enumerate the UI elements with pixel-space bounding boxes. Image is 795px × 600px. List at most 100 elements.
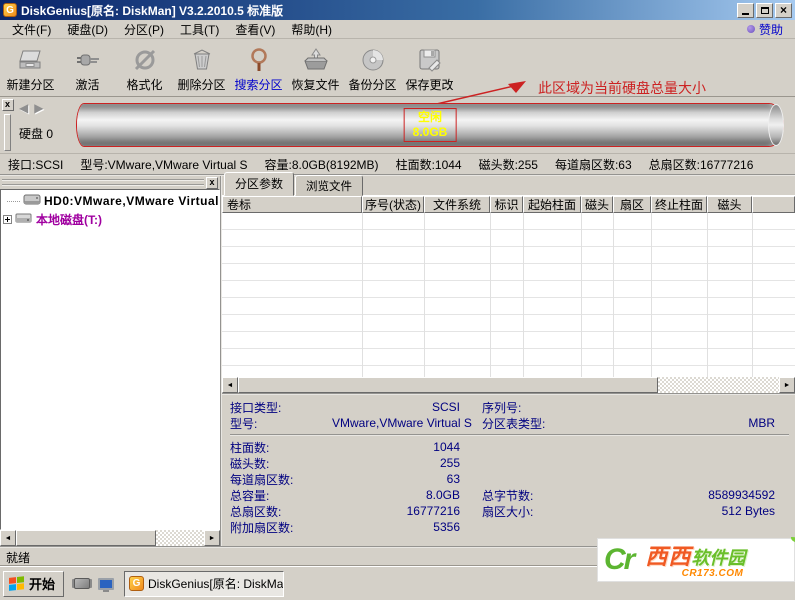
total-sectors-value: 16777216 <box>332 504 460 518</box>
menu-partition[interactable]: 分区(P) <box>116 19 172 40</box>
scroll-left-icon[interactable]: ◄ <box>0 530 16 546</box>
sponsor-link[interactable]: 赞助 <box>747 21 791 38</box>
minimize-button[interactable] <box>737 3 754 18</box>
backup-partition-button[interactable]: 备份分区 <box>344 41 401 96</box>
panel-close-button[interactable]: x <box>2 99 14 111</box>
heads-value: 255 <box>332 456 460 470</box>
delete-partition-icon <box>187 46 217 74</box>
new-partition-button[interactable]: 新建分区 <box>2 41 59 96</box>
recover-files-button[interactable]: 恢复文件 <box>287 41 344 96</box>
menu-file[interactable]: 文件(F) <box>4 19 59 40</box>
backup-partition-icon <box>358 46 388 74</box>
grid-line <box>424 213 425 377</box>
delete-partition-label: 删除分区 <box>177 76 225 93</box>
search-partition-button[interactable]: 搜索分区 <box>230 41 287 96</box>
disk-info-bar: 接口:SCSI 型号:VMware,VMware Virtual S 容量:8.… <box>0 154 795 176</box>
total-bytes-label: 总字节数: <box>482 487 602 504</box>
scroll-right-icon[interactable]: ► <box>204 530 220 546</box>
close-icon: × <box>780 4 787 16</box>
status-text: 就绪 <box>6 549 30 566</box>
tabs: 分区参数 浏览文件 <box>222 176 795 195</box>
partition-table-type-value: MBR <box>602 416 775 430</box>
tree-panel-gripper[interactable] <box>2 179 204 186</box>
header-index-status[interactable]: 序号(状态) <box>362 196 424 213</box>
header-flag[interactable]: 标识 <box>490 196 523 213</box>
menu-view[interactable]: 查看(V) <box>227 19 283 40</box>
tab-partition-params[interactable]: 分区参数 <box>224 172 294 196</box>
start-button[interactable]: 开始 <box>3 571 64 597</box>
window-title: DiskGenius[原名: DiskMan] V3.2.2010.5 标准版 <box>21 2 737 19</box>
cylinders-label: 柱面数: <box>230 439 332 456</box>
quick-launch-chip-icon[interactable] <box>74 578 90 589</box>
info-sectors-per-track: 每道扇区数:63 <box>555 156 632 173</box>
header-end-cylinder[interactable]: 终止柱面 <box>651 196 707 213</box>
new-partition-label: 新建分区 <box>6 76 54 93</box>
grid-line <box>362 213 363 377</box>
cylinder-cap <box>768 104 784 146</box>
menu-disk[interactable]: 硬盘(D) <box>59 19 116 40</box>
sector-size-value: 512 Bytes <box>602 504 775 518</box>
sectors-per-track-value: 63 <box>332 472 460 486</box>
disk-capacity-bar[interactable]: 空闲 8.0GB <box>77 104 783 146</box>
table-horizontal-scrollbar[interactable]: ◄ ► <box>222 377 795 393</box>
model-value: VMware,VMware Virtual S <box>332 416 460 430</box>
interface-type-value: SCSI <box>332 400 460 414</box>
minimize-icon <box>742 13 749 15</box>
grid-line <box>613 213 614 377</box>
activate-label: 激活 <box>75 76 99 93</box>
model-label: 型号: <box>230 415 332 432</box>
watermark-leaf-icon <box>791 537 795 543</box>
grid-line <box>707 213 708 377</box>
tree-scroll-thumb[interactable] <box>16 530 156 546</box>
free-space-size: 8.0GB <box>413 125 448 140</box>
format-label: 格式化 <box>126 76 162 93</box>
tree-item-volume[interactable]: 本地磁盘(T:) <box>1 210 219 228</box>
tree-panel-close-button[interactable]: x <box>206 177 218 189</box>
scroll-right-icon[interactable]: ► <box>779 377 795 393</box>
quick-launch-desktop-icon[interactable] <box>98 578 114 590</box>
header-volume-label[interactable]: 卷标 <box>222 196 362 213</box>
prev-disk-button[interactable]: ◀ <box>19 101 28 115</box>
tree-scroll-track[interactable] <box>156 530 204 546</box>
delete-partition-button[interactable]: 删除分区 <box>173 41 230 96</box>
extra-sectors-label: 附加扇区数: <box>230 519 332 536</box>
expand-plus-icon[interactable] <box>3 215 12 224</box>
recover-files-icon <box>301 46 331 74</box>
tab-browse-files[interactable]: 浏览文件 <box>295 175 363 196</box>
extra-sectors-value: 5356 <box>332 520 460 534</box>
taskbar-task-button[interactable]: G DiskGenius[原名: DiskMa... <box>124 571 284 597</box>
panel-gripper[interactable] <box>4 114 11 151</box>
grid-line <box>651 213 652 377</box>
free-space-label-box: 空闲 8.0GB <box>404 108 457 142</box>
save-changes-button[interactable]: 保存更改 <box>401 41 458 96</box>
activate-button[interactable]: 激活 <box>59 41 116 96</box>
search-partition-label: 搜索分区 <box>234 76 282 93</box>
header-end-head[interactable]: 磁头 <box>707 196 752 213</box>
tree-item-disk[interactable]: HD0:VMware,VMware Virtual <box>1 192 219 210</box>
header-start-cylinder[interactable]: 起始柱面 <box>523 196 581 213</box>
partition-table-body[interactable] <box>222 213 795 377</box>
save-changes-label: 保存更改 <box>405 76 453 93</box>
tree-connector <box>7 201 20 202</box>
watermark-suffix: 软件园 <box>691 548 745 568</box>
disk-name-label: 硬盘 0 <box>15 115 77 142</box>
toolbar: 新建分区 激活 格式化 删除分区 搜索分区 恢复文件 备份分区 <box>0 39 795 97</box>
disk-bar-panel: x ◀ ▶ 硬盘 0 空闲 8.0GB <box>0 97 795 154</box>
task-label: DiskGenius[原名: DiskMa... <box>148 575 284 592</box>
partition-panel: 分区参数 浏览文件 卷标 序号(状态) 文件系统 标识 起始柱面 磁头 扇区 终… <box>222 176 795 546</box>
header-filesystem[interactable]: 文件系统 <box>424 196 490 213</box>
header-start-head[interactable]: 磁头 <box>581 196 613 213</box>
windows-flag-icon <box>9 576 25 592</box>
next-disk-button[interactable]: ▶ <box>34 101 43 115</box>
menu-tools[interactable]: 工具(T) <box>172 19 227 40</box>
restore-button[interactable] <box>756 3 773 18</box>
heads-label: 磁头数: <box>230 455 332 472</box>
tree-horizontal-scrollbar[interactable]: ◄ ► <box>0 530 220 546</box>
table-scroll-thumb[interactable] <box>238 377 658 393</box>
table-scroll-track[interactable] <box>658 377 779 393</box>
format-button[interactable]: 格式化 <box>116 41 173 96</box>
scroll-left-icon[interactable]: ◄ <box>222 377 238 393</box>
menu-help[interactable]: 帮助(H) <box>283 19 340 40</box>
header-start-sector[interactable]: 扇区 <box>613 196 651 213</box>
close-button[interactable]: × <box>775 3 792 18</box>
